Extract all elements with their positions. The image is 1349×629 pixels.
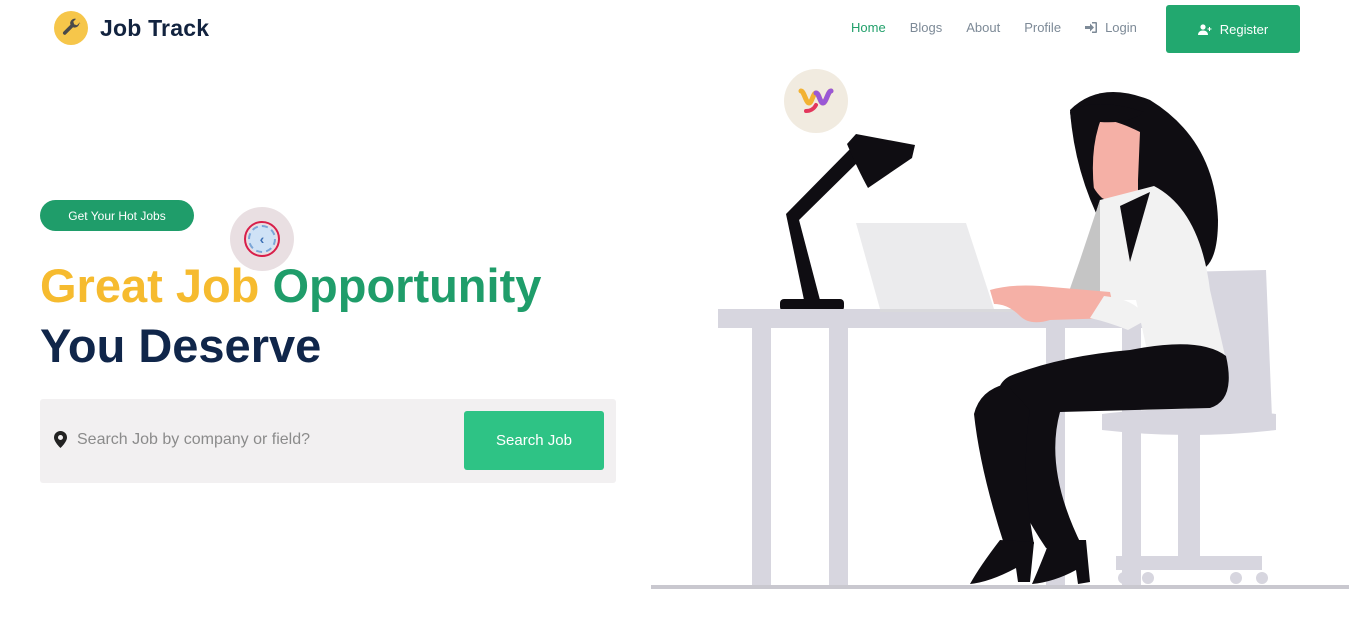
nav-login[interactable]: Login (1085, 20, 1137, 35)
logo-text: Job Track (100, 14, 210, 41)
hero-headline: Great Job Opportunity You Deserve (40, 256, 541, 376)
nav-login-label: Login (1105, 20, 1137, 35)
register-button[interactable]: Register (1166, 5, 1300, 53)
wrench-icon (54, 11, 88, 45)
main-nav: Home Blogs About Profile Login (851, 20, 1161, 35)
nav-home[interactable]: Home (851, 20, 886, 35)
headline-yellow: Great Job (40, 259, 260, 312)
nav-profile[interactable]: Profile (1024, 20, 1061, 35)
register-label: Register (1219, 21, 1269, 37)
nav-blogs[interactable]: Blogs (910, 20, 943, 35)
sign-in-icon (1085, 22, 1098, 33)
badge-ring: ‹ (244, 221, 280, 257)
headline-line-2: You Deserve (40, 319, 322, 372)
job-search-input[interactable] (77, 427, 457, 453)
nav-about[interactable]: About (966, 20, 1000, 35)
user-plus-icon (1197, 23, 1212, 35)
headline-line-1: Great Job Opportunity (40, 256, 541, 316)
search-job-button[interactable]: Search Job (464, 411, 604, 470)
hot-jobs-pill[interactable]: Get Your Hot Jobs (40, 200, 194, 231)
logo[interactable]: Job Track (54, 11, 209, 45)
headline-green: Opportunity (272, 259, 542, 312)
map-pin-icon (54, 431, 67, 448)
chevron-left-icon: ‹ (248, 225, 276, 253)
site-header: Job Track Home Blogs About Profile Login… (0, 0, 1349, 58)
floor-line (651, 585, 1349, 589)
job-search-box: Search Job (40, 399, 616, 483)
woman-at-desk-illustration (651, 92, 1349, 589)
desk (718, 309, 1167, 585)
